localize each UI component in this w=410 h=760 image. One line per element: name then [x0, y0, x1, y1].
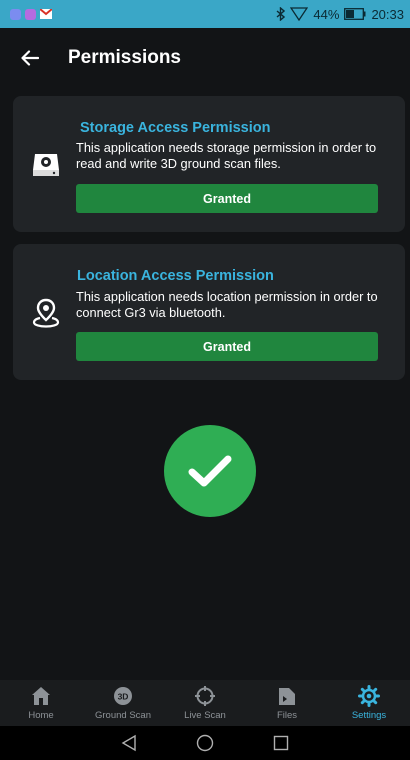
nav-live-scan[interactable]: Live Scan	[164, 680, 246, 726]
hard-drive-icon	[29, 148, 63, 182]
storage-permission-title: Storage Access Permission	[80, 120, 271, 136]
nav-home[interactable]: Home	[0, 680, 82, 726]
home-icon	[31, 685, 51, 707]
storage-permission-card: Storage Access Permission This applicati…	[13, 96, 405, 232]
file-icon	[278, 685, 296, 707]
svg-text:3D: 3D	[118, 692, 129, 702]
nav-ground-scan[interactable]: 3D Ground Scan	[82, 680, 164, 726]
circle-home-icon	[196, 734, 214, 752]
bottom-navigation: Home 3D Ground Scan Live Scan Files Sett…	[0, 680, 410, 726]
status-bar: 44% 20:33	[0, 0, 410, 28]
permissions-content: Storage Access Permission This applicati…	[0, 88, 410, 680]
nav-settings[interactable]: Settings	[328, 680, 410, 726]
location-permission-card: Location Access Permission This applicat…	[13, 244, 405, 380]
battery-percent: 44%	[313, 6, 340, 22]
square-recents-icon	[273, 735, 289, 751]
location-pin-icon	[29, 296, 63, 330]
battery-icon	[344, 8, 366, 20]
signal-icon	[290, 7, 309, 21]
nav-files[interactable]: Files	[246, 680, 328, 726]
location-granted-button[interactable]: Granted	[76, 332, 378, 361]
notification-app-icon	[10, 8, 21, 20]
nav-live-scan-label: Live Scan	[184, 710, 226, 721]
crosshair-icon	[194, 685, 216, 707]
app-bar: Permissions	[0, 28, 410, 88]
notification-icons	[10, 7, 53, 22]
location-permission-title: Location Access Permission	[77, 268, 274, 284]
gmail-icon	[39, 7, 53, 22]
back-button[interactable]	[10, 38, 50, 78]
nav-settings-label: Settings	[351, 710, 387, 721]
location-permission-description: This application needs location permissi…	[76, 289, 378, 320]
storage-granted-button[interactable]: Granted	[76, 184, 378, 213]
checkmark-icon	[188, 455, 232, 487]
notification-app-icon	[25, 8, 36, 20]
3d-icon: 3D	[113, 685, 133, 707]
nav-files-label: Files	[276, 710, 298, 721]
all-granted-indicator	[164, 425, 256, 517]
system-back-button[interactable]	[119, 733, 139, 753]
nav-ground-scan-label: Ground Scan	[95, 710, 151, 721]
system-home-button[interactable]	[195, 733, 215, 753]
gear-icon	[358, 685, 380, 707]
page-title: Permissions	[68, 47, 181, 68]
triangle-back-icon	[121, 734, 136, 752]
system-recents-button[interactable]	[271, 733, 291, 753]
clock: 20:33	[371, 6, 404, 22]
nav-home-label: Home	[28, 710, 54, 721]
bluetooth-icon	[276, 7, 286, 21]
arrow-left-icon	[21, 50, 39, 66]
storage-permission-description: This application needs storage permissio…	[76, 140, 377, 171]
system-navigation	[0, 726, 410, 760]
